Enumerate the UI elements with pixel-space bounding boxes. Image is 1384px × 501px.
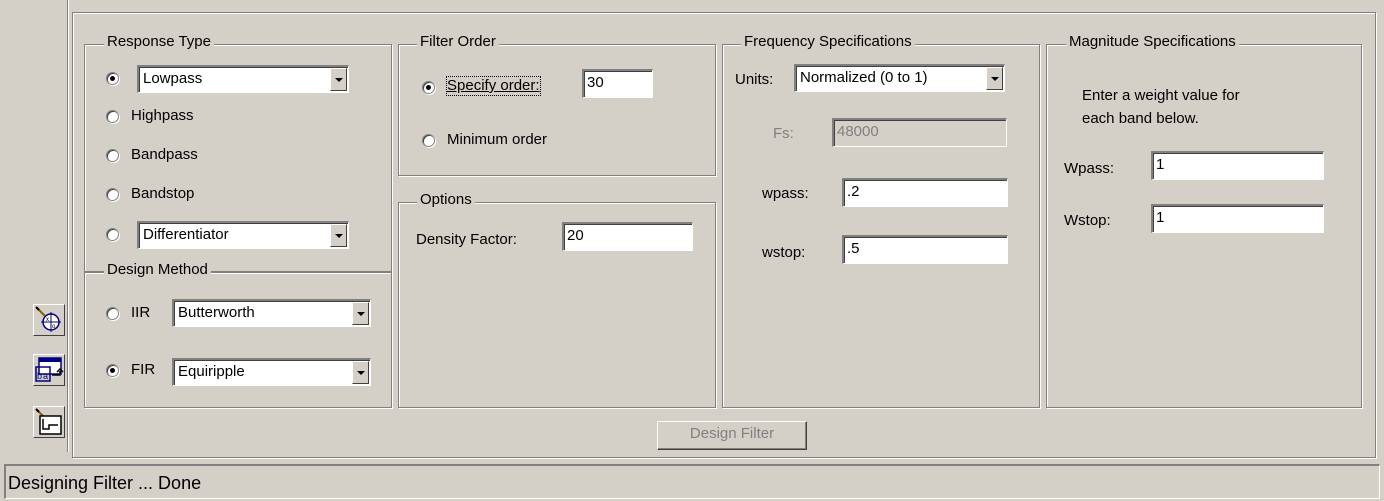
weight-wpass-input[interactable]: 1 (1151, 151, 1324, 180)
pole-zero-editor-icon: x o (35, 306, 61, 332)
import-filter-button[interactable]: b a (33, 354, 65, 386)
wstop-input[interactable]: .5 (842, 235, 1008, 264)
frequency-specifications-title: Frequency Specifications (741, 33, 915, 51)
pole-zero-editor-button[interactable]: x o (33, 304, 65, 336)
import-filter-icon: b a (35, 357, 64, 382)
chevron-down-icon[interactable] (352, 361, 369, 384)
weight-wstop-input[interactable]: 1 (1151, 204, 1324, 233)
differentiator-dropdown[interactable]: Differentiator (137, 221, 349, 249)
design-filter-mode-button[interactable] (33, 406, 65, 438)
highpass-radio[interactable] (106, 110, 119, 123)
design-method-group (84, 272, 392, 408)
differentiator-value: Differentiator (143, 226, 229, 243)
magnitude-specifications-title: Magnitude Specifications (1066, 33, 1239, 51)
weight-instruction-line2: each band below. (1082, 110, 1199, 127)
weight-wpass-label: Wpass: (1064, 160, 1115, 177)
response-type-title: Response Type (104, 33, 214, 51)
fs-input[interactable]: 48000 (832, 118, 1007, 147)
wpass-input[interactable]: .2 (842, 178, 1008, 207)
weight-instruction-line1: Enter a weight value for (1082, 87, 1240, 104)
order-input[interactable]: 30 (582, 69, 653, 98)
chevron-down-icon[interactable] (986, 67, 1003, 90)
chevron-down-icon[interactable] (352, 302, 369, 325)
fir-radio[interactable] (106, 364, 119, 377)
wstop-label: wstop: (762, 244, 806, 261)
bandstop-radio[interactable] (106, 188, 119, 201)
status-text: Designing Filter ... Done (8, 473, 202, 493)
density-factor-input[interactable]: 20 (562, 222, 693, 251)
specify-order-label[interactable]: Specify order: (446, 76, 541, 96)
svg-text:x: x (46, 317, 49, 323)
left-strip-divider-light (68, 0, 69, 452)
fir-label[interactable]: FIR (131, 361, 155, 379)
bandpass-radio[interactable] (106, 149, 119, 162)
lowpass-radio[interactable] (106, 72, 119, 85)
svg-text:b: b (37, 371, 42, 381)
minimum-order-label[interactable]: Minimum order (447, 131, 547, 149)
specify-order-radio[interactable] (422, 81, 435, 94)
filter-order-group (398, 44, 716, 176)
units-value: Normalized (0 to 1) (800, 69, 928, 86)
lowpass-dropdown[interactable]: Lowpass (137, 65, 349, 93)
lowpass-value: Lowpass (143, 70, 203, 87)
design-filter-icon (35, 408, 62, 435)
iir-method-value: Butterworth (178, 304, 255, 321)
units-label: Units: (735, 71, 774, 88)
units-dropdown[interactable]: Normalized (0 to 1) (794, 64, 1005, 92)
svg-text:a: a (43, 371, 48, 381)
design-filter-button[interactable]: Design Filter (657, 421, 807, 450)
bandstop-label[interactable]: Bandstop (131, 185, 194, 203)
differentiator-radio[interactable] (106, 228, 119, 241)
weight-wstop-label: Wstop: (1064, 212, 1111, 229)
wpass-label: wpass: (762, 185, 809, 202)
chevron-down-icon[interactable] (330, 224, 347, 247)
iir-method-dropdown[interactable]: Butterworth (172, 299, 371, 327)
frequency-specifications-group (722, 44, 1040, 408)
highpass-label[interactable]: Highpass (131, 107, 194, 125)
options-title: Options (417, 191, 475, 209)
design-method-title: Design Method (104, 261, 211, 279)
fir-method-dropdown[interactable]: Equiripple (172, 358, 371, 386)
iir-label[interactable]: IIR (131, 304, 150, 322)
density-factor-label: Density Factor: (416, 231, 517, 248)
bandpass-label[interactable]: Bandpass (131, 146, 198, 164)
iir-radio[interactable] (106, 307, 119, 320)
chevron-down-icon[interactable] (330, 68, 347, 91)
fir-method-value: Equiripple (178, 363, 245, 380)
fs-label: Fs: (773, 125, 794, 142)
status-bar: Designing Filter ... Done (4, 464, 1380, 499)
filter-order-title: Filter Order (417, 33, 499, 51)
minimum-order-radio[interactable] (422, 134, 435, 147)
